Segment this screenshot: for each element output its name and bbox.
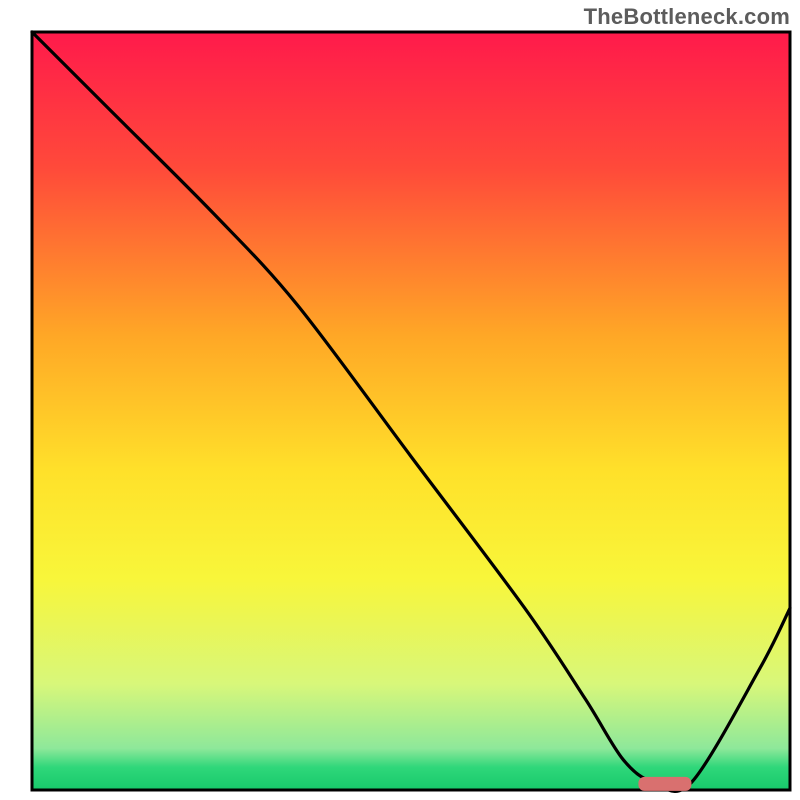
watermark-text: TheBottleneck.com <box>584 4 790 30</box>
optimal-marker <box>638 777 691 791</box>
bottleneck-chart <box>0 0 800 800</box>
chart-canvas: TheBottleneck.com <box>0 0 800 800</box>
